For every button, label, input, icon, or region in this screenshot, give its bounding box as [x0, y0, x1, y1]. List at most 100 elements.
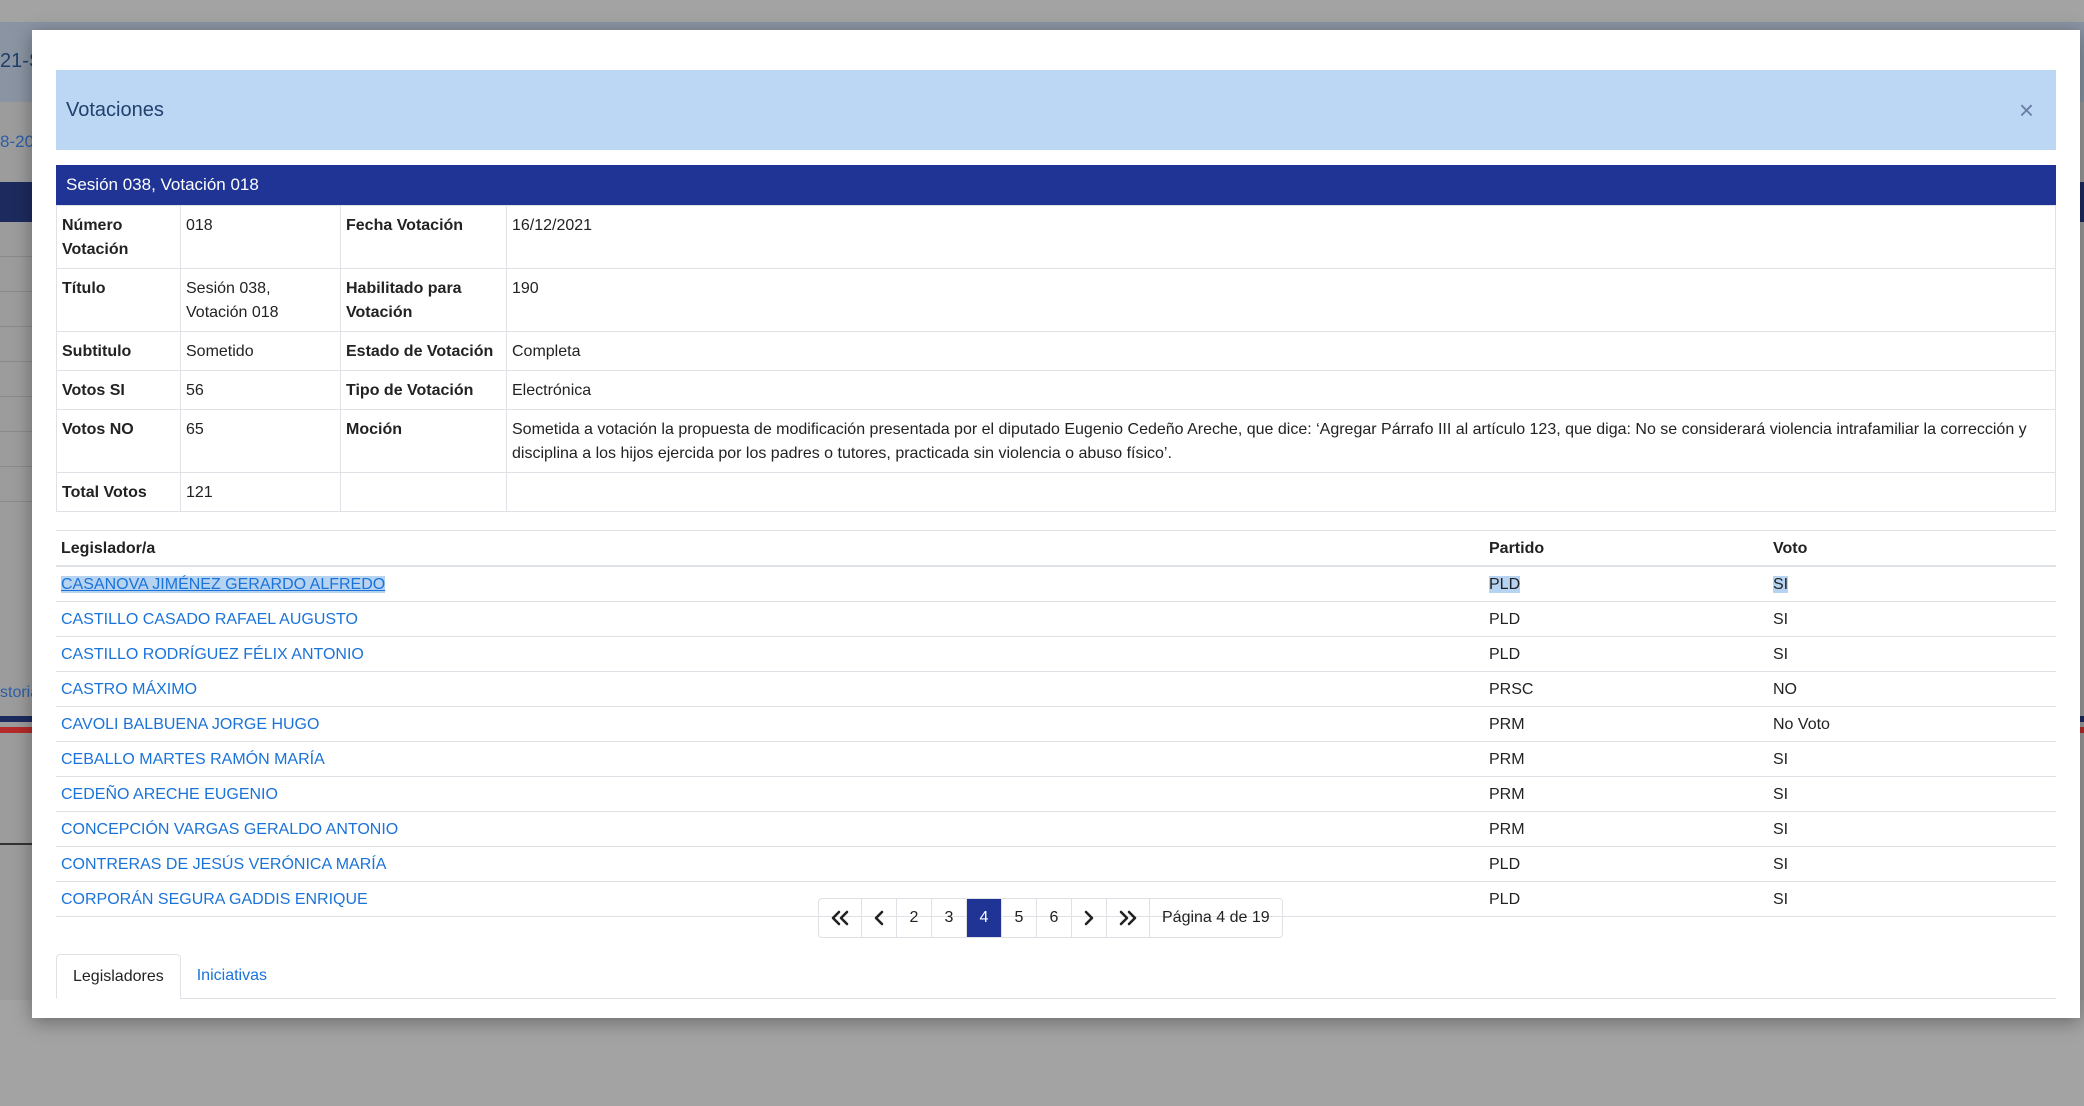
legislator-link[interactable]: CONTRERAS DE JESÚS VERÓNICA MARÍA — [61, 856, 386, 873]
habilitado-label: Habilitado para Votación — [340, 268, 507, 332]
legislator-cell: CASANOVA JIMÉNEZ GERARDO ALFREDO — [56, 566, 1484, 602]
pagination: 2 3 4 5 6 Página 4 de 19 — [818, 898, 1283, 938]
details-row: Votos SI 56 Tipo de Votación Electrónica — [56, 370, 2056, 410]
legislator-link[interactable]: CASTILLO CASADO RAFAEL AUGUSTO — [61, 611, 358, 628]
table-row: CASANOVA JIMÉNEZ GERARDO ALFREDO PLD SI — [56, 566, 2056, 602]
empty-cell — [506, 472, 2056, 512]
vote-value: SI — [1768, 741, 2056, 777]
last-page-button[interactable] — [1107, 899, 1150, 937]
tipo-label: Tipo de Votación — [340, 370, 507, 410]
partido-header[interactable]: Partido — [1484, 530, 1768, 567]
page-5-button[interactable]: 5 — [1002, 899, 1037, 937]
titulo-label: Título — [56, 268, 181, 332]
party-cell: PLD — [1484, 566, 1768, 602]
party-value: PLD — [1484, 601, 1768, 637]
page-2-button[interactable]: 2 — [897, 899, 932, 937]
fecha-votacion-value: 16/12/2021 — [506, 205, 2056, 269]
fecha-votacion-label: Fecha Votación — [340, 205, 507, 269]
next-page-button[interactable] — [1072, 899, 1107, 937]
legislator-cell: CEDEÑO ARECHE EUGENIO — [56, 776, 1484, 812]
party-value: PRM — [1484, 741, 1768, 777]
page-4-button-current[interactable]: 4 — [967, 899, 1002, 937]
vote-value: SI — [1768, 776, 2056, 812]
modal-header: Votaciones × — [56, 70, 2056, 150]
legislator-cell: CONCEPCIÓN VARGAS GERALDO ANTONIO — [56, 811, 1484, 847]
page-3-button[interactable]: 3 — [932, 899, 967, 937]
party-value: PRSC — [1484, 671, 1768, 707]
tab-iniciativas[interactable]: Iniciativas — [181, 954, 283, 998]
subtitulo-value: Sometido — [180, 331, 341, 371]
party-value: PLD — [1489, 576, 1521, 593]
vote-value: SI — [1768, 846, 2056, 882]
party-value: PRM — [1484, 706, 1768, 742]
table-row: CASTILLO RODRÍGUEZ FÉLIX ANTONIO PLD SI — [56, 636, 2056, 672]
chevron-left-icon — [874, 910, 884, 926]
legislator-cell: CASTILLO RODRÍGUEZ FÉLIX ANTONIO — [56, 636, 1484, 672]
legislator-link[interactable]: CONCEPCIÓN VARGAS GERALDO ANTONIO — [61, 821, 398, 838]
session-vote-heading: Sesión 038, Votación 018 — [56, 165, 2056, 205]
table-row: CASTRO MÁXIMO PRSC NO — [56, 671, 2056, 707]
table-row: CAVOLI BALBUENA JORGE HUGO PRM No Voto — [56, 706, 2056, 742]
table-row: CONTRERAS DE JESÚS VERÓNICA MARÍA PLD SI — [56, 846, 2056, 882]
estado-value: Completa — [506, 331, 2056, 371]
voto-header[interactable]: Voto — [1768, 530, 2056, 567]
chevron-right-icon — [1084, 910, 1094, 926]
legislator-votes-table: Legislador/a Partido Voto CASANOVA JIMÉN… — [56, 530, 2056, 917]
vote-value: SI — [1773, 576, 1789, 593]
double-chevron-right-icon — [1119, 910, 1137, 926]
mocion-value: Sometida a votación la propuesta de modi… — [506, 409, 2056, 473]
page-6-button[interactable]: 6 — [1037, 899, 1072, 937]
votes-header-row: Legislador/a Partido Voto — [56, 530, 2056, 567]
legislator-cell: CEBALLO MARTES RAMÓN MARÍA — [56, 741, 1484, 777]
table-row: CEBALLO MARTES RAMÓN MARÍA PRM SI — [56, 741, 2056, 777]
vote-value: SI — [1768, 601, 2056, 637]
first-page-button[interactable] — [819, 899, 862, 937]
legislator-link[interactable]: CASTRO MÁXIMO — [61, 681, 197, 698]
votos-si-value: 56 — [180, 370, 341, 410]
modal-tabs: Legisladores Iniciativas — [56, 954, 2056, 999]
legislator-link[interactable]: CASANOVA JIMÉNEZ GERARDO ALFREDO — [61, 576, 386, 593]
party-value: PRM — [1484, 811, 1768, 847]
page-indicator: Página 4 de 19 — [1162, 909, 1270, 926]
legislator-link[interactable]: CORPORÁN SEGURA GADDIS ENRIQUE — [61, 891, 368, 908]
details-row: Total Votos 121 — [56, 472, 2056, 512]
background-top-strip — [0, 0, 2084, 22]
table-row: CONCEPCIÓN VARGAS GERALDO ANTONIO PRM SI — [56, 811, 2056, 847]
table-row: CASTILLO CASADO RAFAEL AUGUSTO PLD SI — [56, 601, 2056, 637]
background-divider — [0, 843, 32, 845]
close-icon[interactable]: × — [2019, 97, 2034, 123]
legislator-link[interactable]: CEBALLO MARTES RAMÓN MARÍA — [61, 751, 325, 768]
legislator-link[interactable]: CEDEÑO ARECHE EUGENIO — [61, 786, 278, 803]
titulo-value: Sesión 038, Votación 018 — [180, 268, 341, 332]
modal-title: Votaciones — [66, 98, 164, 121]
legislador-header[interactable]: Legislador/a — [56, 530, 1484, 567]
details-row: Título Sesión 038, Votación 018 Habilita… — [56, 268, 2056, 332]
tab-legisladores[interactable]: Legisladores — [56, 954, 181, 999]
details-row: Subtitulo Sometido Estado de Votación Co… — [56, 331, 2056, 371]
tipo-value: Electrónica — [506, 370, 2056, 410]
details-row: Número Votación 018 Fecha Votación 16/12… — [56, 205, 2056, 269]
legislator-cell: CASTRO MÁXIMO — [56, 671, 1484, 707]
details-row: Votos NO 65 Moción Sometida a votación l… — [56, 409, 2056, 473]
legislator-link[interactable]: CASTILLO RODRÍGUEZ FÉLIX ANTONIO — [61, 646, 364, 663]
legislator-cell: CAVOLI BALBUENA JORGE HUGO — [56, 706, 1484, 742]
votos-si-label: Votos SI — [56, 370, 181, 410]
vote-value: SI — [1768, 811, 2056, 847]
background-date-fragment: 8-20 — [0, 132, 35, 151]
votos-no-value: 65 — [180, 409, 341, 473]
vote-cell: SI — [1768, 566, 2056, 602]
empty-cell — [340, 472, 507, 512]
party-value: PLD — [1484, 636, 1768, 672]
vote-value: SI — [1768, 881, 2056, 917]
vote-value: SI — [1768, 636, 2056, 672]
subtitulo-label: Subtitulo — [56, 331, 181, 371]
vote-value: NO — [1768, 671, 2056, 707]
habilitado-value: 190 — [506, 268, 2056, 332]
numero-votacion-label: Número Votación — [56, 205, 181, 269]
legislator-link[interactable]: CAVOLI BALBUENA JORGE HUGO — [61, 716, 319, 733]
estado-label: Estado de Votación — [340, 331, 507, 371]
legislator-cell: CONTRERAS DE JESÚS VERÓNICA MARÍA — [56, 846, 1484, 882]
previous-page-button[interactable] — [862, 899, 897, 937]
vote-value: No Voto — [1768, 706, 2056, 742]
total-votos-value: 121 — [180, 472, 341, 512]
